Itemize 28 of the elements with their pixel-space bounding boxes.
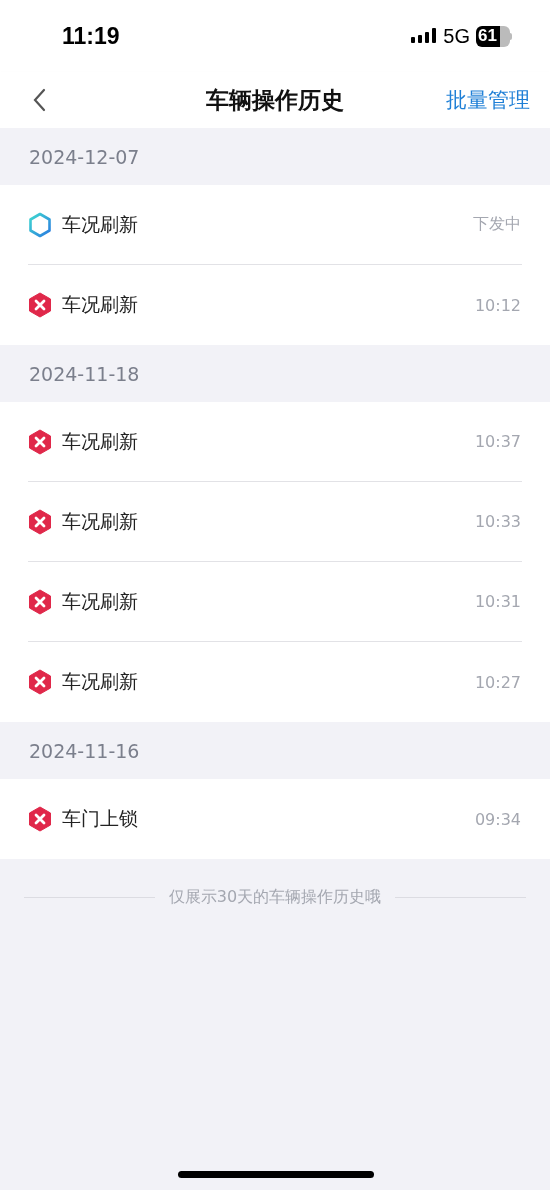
error-icon: [28, 428, 52, 455]
page-title: 车辆操作历史: [206, 85, 344, 115]
operation-time: 10:37: [474, 432, 521, 451]
notice-text: 仅展示30天的车辆操作历史哦: [168, 887, 382, 908]
operation-time: 10:33: [474, 512, 521, 531]
operation-label: 车况刷新: [62, 588, 139, 614]
operation-label: 车门上锁: [62, 806, 139, 831]
error-icon: [28, 588, 52, 615]
battery-indicator: 61: [476, 25, 510, 47]
error-icon: [28, 292, 52, 318]
operation-label: 车况刷新: [62, 292, 139, 317]
operation-time: 10:31: [474, 592, 521, 611]
operation-label: 车况刷新: [62, 428, 139, 454]
operation-label: 车况刷新: [62, 508, 139, 534]
hexagon-icon: [28, 211, 52, 238]
operation-time: 10:27: [474, 672, 521, 692]
operation-label: 车况刷新: [62, 669, 139, 694]
operation-time: 09:34: [474, 809, 521, 829]
error-icon: [28, 508, 52, 535]
signal-icon: [411, 27, 438, 45]
batch-manage-link[interactable]: 批量管理: [446, 86, 530, 114]
error-icon: [28, 806, 52, 832]
operation-time: 10:12: [474, 295, 521, 315]
network-label: 5G: [443, 24, 470, 48]
clock-time: 11:19: [62, 22, 121, 50]
operation-time: 下发中: [473, 214, 521, 235]
error-icon: [28, 669, 52, 695]
operation-label: 车况刷新: [62, 211, 139, 237]
